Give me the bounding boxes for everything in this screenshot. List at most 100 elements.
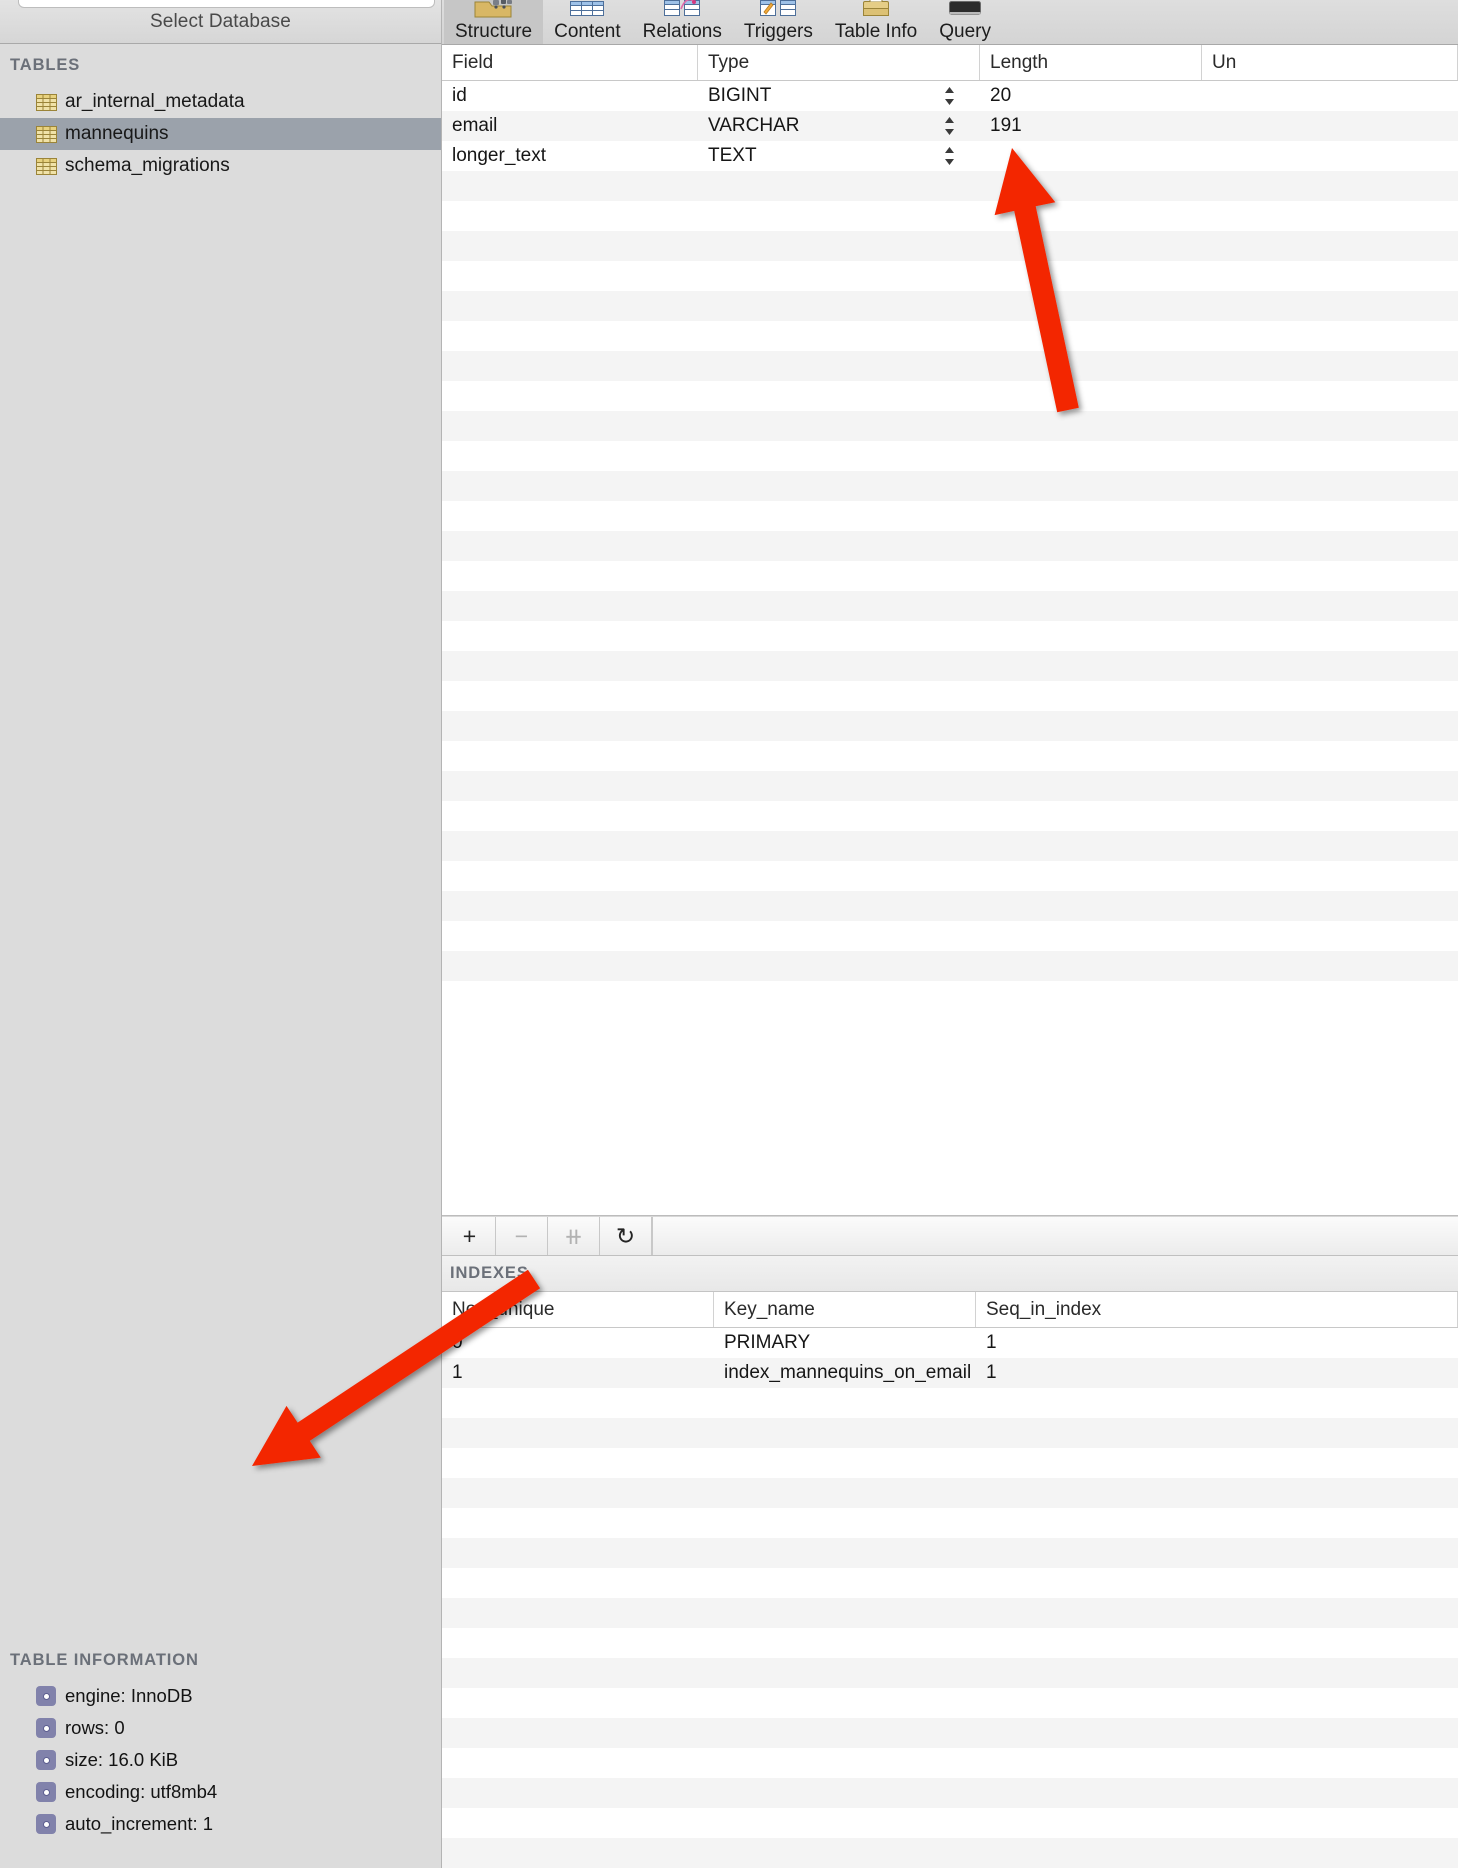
cell-empty xyxy=(714,1748,976,1778)
tab-label: Table Info xyxy=(834,21,918,42)
column-header-field[interactable]: Field xyxy=(442,45,698,80)
cell-empty xyxy=(442,1838,714,1868)
cell-non-unique[interactable]: 0 xyxy=(442,1328,714,1358)
cell-key-name[interactable]: PRIMARY xyxy=(714,1328,976,1358)
column-header-key-name[interactable]: Key_name xyxy=(714,1292,976,1327)
table-row-empty xyxy=(442,531,1458,561)
cell-unsigned[interactable] xyxy=(1202,111,1458,141)
indexes-section-label: INDEXES xyxy=(442,1256,1458,1292)
cell-empty xyxy=(698,321,980,351)
table-row-empty xyxy=(442,951,1458,981)
cell-empty xyxy=(442,1628,714,1658)
cell-empty xyxy=(980,561,1202,591)
cell-type[interactable]: TEXT xyxy=(698,141,980,171)
cell-length[interactable]: 20 xyxy=(980,81,1202,111)
cell-seq-in-index[interactable]: 1 xyxy=(976,1328,1458,1358)
refresh-button[interactable]: ↻ xyxy=(600,1217,652,1255)
cell-empty xyxy=(442,771,698,801)
sidebar-item-label: ar_internal_metadata xyxy=(65,91,245,112)
column-header-non-unique[interactable]: Non_unique xyxy=(442,1292,714,1327)
tab-bar: Structure Content Relations Triggers Tab… xyxy=(442,0,1458,45)
tab-relations[interactable]: Relations xyxy=(632,0,733,44)
table-row-empty xyxy=(442,1718,1458,1748)
cell-empty xyxy=(442,861,698,891)
cell-empty xyxy=(442,651,698,681)
cell-empty xyxy=(714,1808,976,1838)
type-stepper-icon[interactable] xyxy=(943,86,956,106)
relations-icon xyxy=(663,0,701,20)
cell-empty xyxy=(698,831,980,861)
cell-non-unique[interactable]: 1 xyxy=(442,1358,714,1388)
type-stepper-icon[interactable] xyxy=(943,146,956,166)
cell-key-name[interactable]: index_mannequins_on_email xyxy=(714,1358,976,1388)
type-stepper-icon[interactable] xyxy=(943,116,956,136)
cell-empty xyxy=(1202,231,1458,261)
cell-empty xyxy=(442,261,698,291)
cell-type[interactable]: VARCHAR xyxy=(698,111,980,141)
cell-empty xyxy=(1202,861,1458,891)
cell-length[interactable] xyxy=(980,141,1202,171)
table-row[interactable]: 0 PRIMARY 1 xyxy=(442,1328,1458,1358)
table-row-empty xyxy=(442,291,1458,321)
cell-empty xyxy=(442,351,698,381)
table-row-empty xyxy=(442,321,1458,351)
column-header-unsigned[interactable]: Un xyxy=(1202,45,1458,80)
cell-type[interactable]: BIGINT xyxy=(698,81,980,111)
cell-empty xyxy=(1202,681,1458,711)
add-index-button[interactable]: + xyxy=(444,1217,496,1255)
sidebar-item-mannequins[interactable]: mannequins xyxy=(0,118,441,150)
table-row-empty xyxy=(442,591,1458,621)
cell-empty xyxy=(698,291,980,321)
cell-empty xyxy=(976,1748,1458,1778)
cell-empty xyxy=(980,471,1202,501)
cell-field[interactable]: longer_text xyxy=(442,141,698,171)
table-row-empty xyxy=(442,1748,1458,1778)
column-header-length[interactable]: Length xyxy=(980,45,1202,80)
cell-unsigned[interactable] xyxy=(1202,81,1458,111)
cell-empty xyxy=(442,471,698,501)
tab-triggers[interactable]: Triggers xyxy=(733,0,824,44)
table-row[interactable]: id BIGINT 20 xyxy=(442,81,1458,111)
remove-index-button[interactable]: − xyxy=(496,1217,548,1255)
table-row[interactable]: 1 index_mannequins_on_email 1 xyxy=(442,1358,1458,1388)
sidebar-item-schema_migrations[interactable]: schema_migrations xyxy=(0,150,441,182)
cell-empty xyxy=(714,1838,976,1868)
tab-table-info[interactable]: Table Info xyxy=(824,0,928,44)
cell-empty xyxy=(698,411,980,441)
cell-field[interactable]: email xyxy=(442,111,698,141)
tab-content[interactable]: Content xyxy=(543,0,632,44)
table-icon xyxy=(36,93,57,111)
cell-unsigned[interactable] xyxy=(1202,141,1458,171)
tab-structure[interactable]: Structure xyxy=(444,0,544,44)
cell-empty xyxy=(714,1778,976,1808)
table-row[interactable]: longer_text TEXT xyxy=(442,141,1458,171)
cell-empty xyxy=(442,321,698,351)
cell-empty xyxy=(442,1748,714,1778)
column-header-type[interactable]: Type xyxy=(698,45,980,80)
column-header-seq-in-index[interactable]: Seq_in_index xyxy=(976,1292,1458,1327)
cell-empty xyxy=(698,561,980,591)
sidebar-item-ar_internal_metadata[interactable]: ar_internal_metadata xyxy=(0,86,441,118)
table-row[interactable]: email VARCHAR 191 xyxy=(442,111,1458,141)
indexes-grid-header: Non_unique Key_name Seq_in_index xyxy=(442,1292,1458,1328)
table-row-empty xyxy=(442,471,1458,501)
cell-empty xyxy=(714,1478,976,1508)
table-row-empty xyxy=(442,261,1458,291)
cell-seq-in-index[interactable]: 1 xyxy=(976,1358,1458,1388)
cell-empty xyxy=(442,1478,714,1508)
table-row-empty xyxy=(442,891,1458,921)
table-row-empty xyxy=(442,1598,1458,1628)
cell-empty xyxy=(442,1778,714,1808)
cell-length[interactable]: 191 xyxy=(980,111,1202,141)
cell-empty xyxy=(976,1688,1458,1718)
tab-query[interactable]: Query xyxy=(928,0,1002,44)
database-search-input[interactable] xyxy=(18,0,435,8)
cell-empty xyxy=(442,411,698,441)
cell-field[interactable]: id xyxy=(442,81,698,111)
cell-empty xyxy=(698,471,980,501)
cell-empty xyxy=(976,1838,1458,1868)
cell-empty xyxy=(980,891,1202,921)
table-row-empty xyxy=(442,1628,1458,1658)
duplicate-index-button[interactable]: ⧺ xyxy=(548,1217,600,1255)
cell-empty xyxy=(714,1418,976,1448)
